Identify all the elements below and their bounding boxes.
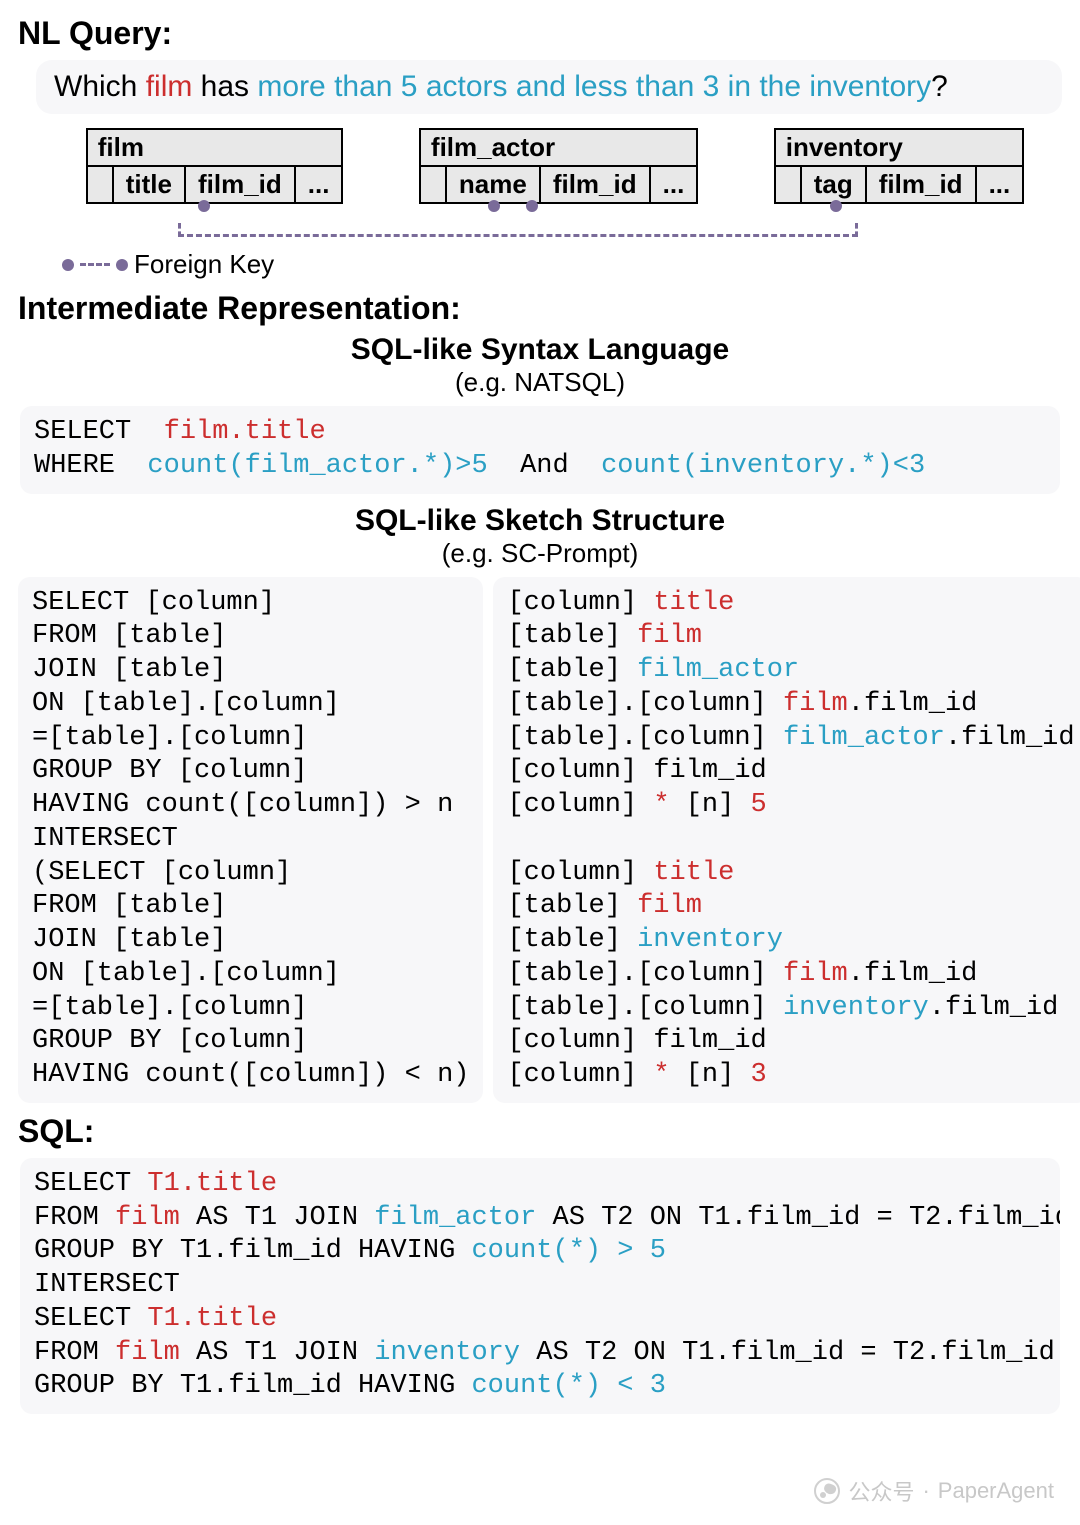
schema-diagram: film title film_id ... film_actor name f…: [48, 128, 1062, 204]
col: ...: [977, 167, 1023, 202]
col: title: [114, 167, 186, 202]
col: film_id: [541, 167, 651, 202]
col: film_id: [186, 167, 296, 202]
sql-code: SELECT T1.title FROM film AS T1 JOIN fil…: [20, 1158, 1060, 1414]
syntax-sub: (e.g. NATSQL): [18, 367, 1062, 398]
sketch-title: SQL-like Sketch Structure: [18, 504, 1062, 538]
table-name: inventory: [776, 130, 1022, 167]
watermark: 公众号 · PaperAgent: [814, 1475, 1054, 1507]
fk-dot-icon: [116, 259, 128, 271]
col: name: [447, 167, 541, 202]
nl-mid: has: [192, 70, 257, 103]
schema-table-inventory: inventory tag film_id ...: [774, 128, 1024, 204]
fk-dash-icon: [80, 263, 110, 266]
sketch-right-panel: [column] title[table] film[table] film_a…: [493, 577, 1080, 1103]
nl-highlight: more than 5 actors and less than 3 in th…: [257, 70, 931, 103]
col: ...: [651, 167, 697, 202]
table-name: film_actor: [421, 130, 696, 167]
nl-query-text: Which film has more than 5 actors and le…: [36, 60, 1062, 114]
watermark-label1: 公众号: [848, 1475, 914, 1507]
col: tag: [802, 167, 867, 202]
syntax-title: SQL-like Syntax Language: [18, 333, 1062, 367]
natsql-code: SELECT film.title WHERE count(film_actor…: [20, 406, 1060, 494]
nl-query-heading: NL Query:: [18, 15, 1062, 52]
sketch-left-panel: SELECT [column] FROM [table] JOIN [table…: [18, 577, 483, 1103]
schema-table-film: film title film_id ...: [86, 128, 344, 204]
nl-film: film: [146, 70, 193, 103]
fk-legend-label: Foreign Key: [134, 249, 274, 280]
col: film_id: [867, 167, 977, 202]
ir-heading: Intermediate Representation:: [18, 290, 1062, 327]
table-name: film: [88, 130, 342, 167]
nl-pre: Which: [54, 70, 146, 103]
col: ...: [296, 167, 342, 202]
watermark-label2: PaperAgent: [938, 1478, 1054, 1504]
foreign-key-legend: Foreign Key: [62, 249, 1062, 280]
fk-dot-icon: [62, 259, 74, 271]
wechat-icon: [814, 1478, 840, 1504]
sketch-panels: SELECT [column] FROM [table] JOIN [table…: [18, 577, 1062, 1103]
watermark-sep: ·: [922, 1478, 929, 1504]
sql-heading: SQL:: [18, 1113, 1062, 1150]
sketch-sub: (e.g. SC-Prompt): [18, 538, 1062, 569]
nl-q: ?: [931, 70, 948, 103]
schema-table-film-actor: film_actor name film_id ...: [419, 128, 698, 204]
